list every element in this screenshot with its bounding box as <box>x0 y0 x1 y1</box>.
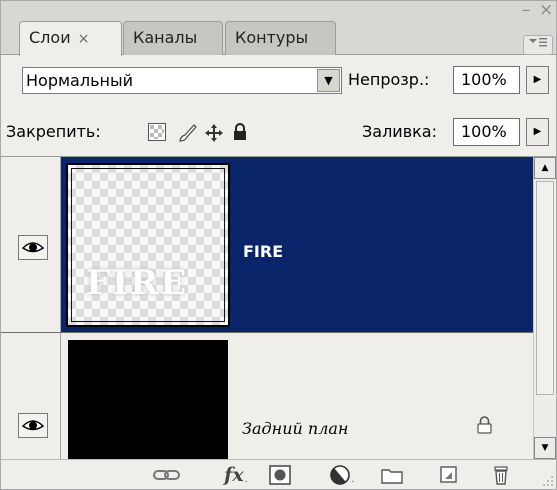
add-mask-button[interactable] <box>267 464 293 486</box>
tab-layers-label: Слои <box>29 28 71 47</box>
brush-icon[interactable] <box>178 123 198 143</box>
trash-icon <box>494 466 508 485</box>
tab-channels[interactable]: Каналы <box>123 21 223 55</box>
move-icon[interactable] <box>204 123 224 143</box>
dropdown-dot-icon: . <box>244 473 248 485</box>
new-layer-button[interactable] <box>437 464 461 486</box>
fill-slider-button[interactable]: ▶ <box>526 118 549 146</box>
layers-panel: – × Слои × Каналы Контуры Нормальный ▼ Н… <box>0 0 557 490</box>
fill-field[interactable]: 100% <box>453 118 520 146</box>
lock-label: Закрепить: <box>6 122 101 141</box>
scroll-down-button[interactable]: ▼ <box>534 437 556 459</box>
folder-icon <box>381 469 403 484</box>
opacity-slider-button[interactable]: ▶ <box>526 66 549 94</box>
layer-name[interactable]: FIRE <box>243 242 283 261</box>
panel-menu-icon <box>529 38 547 47</box>
scroll-up-button[interactable]: ▲ <box>534 157 556 179</box>
panel-tab-strip: – × Слои × Каналы Контуры <box>1 1 556 56</box>
tab-paths-label: Контуры <box>235 28 309 47</box>
tab-layers[interactable]: Слои × <box>19 21 122 56</box>
blend-opacity-row: Нормальный ▼ Непрозр.: 100% ▶ <box>1 55 556 105</box>
eye-icon <box>21 242 45 253</box>
blend-mode-select[interactable]: Нормальный ▼ <box>22 67 342 94</box>
layer-mask-icon <box>269 465 291 485</box>
scroll-thumb[interactable] <box>536 181 554 395</box>
blend-mode-value: Нормальный <box>26 71 133 90</box>
layer-row-background[interactable]: Задний план <box>1 333 533 459</box>
layer-thumbnail[interactable] <box>68 340 228 459</box>
close-button[interactable]: × <box>539 2 553 19</box>
layer-thumbnail[interactable]: FIRE <box>66 163 230 327</box>
new-layer-icon <box>440 466 457 483</box>
chevron-down-icon[interactable]: ▼ <box>317 69 340 92</box>
new-adjustment-layer-button[interactable]: . <box>324 464 360 486</box>
fx-icon: fx <box>224 464 244 486</box>
layer-scrollbar[interactable]: ▲ ▼ <box>533 157 556 459</box>
layer-style-button[interactable]: fx . <box>219 464 253 486</box>
opacity-label: Непрозр.: <box>348 70 430 89</box>
tab-close-icon[interactable]: × <box>78 31 90 47</box>
link-layers-button[interactable] <box>151 464 183 486</box>
thumbnail-text: FIRE <box>86 263 189 303</box>
adjustment-layer-icon <box>330 465 351 485</box>
panel-menu-button[interactable] <box>523 35 553 55</box>
new-group-button[interactable] <box>379 464 405 486</box>
minimize-button[interactable]: – <box>522 2 531 19</box>
link-icon <box>153 470 180 480</box>
fill-label: Заливка: <box>362 122 437 141</box>
lock-fill-row: Закрепить: Заливка: 100% ▶ <box>1 105 556 157</box>
visibility-column <box>1 333 61 459</box>
eye-icon <box>21 420 45 431</box>
lock-options <box>148 123 278 143</box>
delete-layer-button[interactable] <box>489 464 513 486</box>
layer-list: FIRE FIRE Задний план <box>1 157 533 459</box>
layer-name[interactable]: Задний план <box>242 419 348 438</box>
lock-icon <box>477 416 492 434</box>
eye-toggle[interactable] <box>18 235 48 260</box>
layers-toolbar: fx . . <box>1 459 556 489</box>
lock-all-icon[interactable] <box>232 123 248 141</box>
lock-transparency-icon[interactable] <box>148 123 166 141</box>
tab-paths[interactable]: Контуры <box>225 21 336 55</box>
opacity-field[interactable]: 100% <box>453 66 520 94</box>
resize-grip-icon[interactable] <box>540 473 554 487</box>
layer-row-fire[interactable]: FIRE FIRE <box>1 157 533 333</box>
visibility-column <box>1 157 61 332</box>
dropdown-dot-icon: . <box>351 473 355 485</box>
eye-toggle[interactable] <box>18 413 48 438</box>
tab-channels-label: Каналы <box>133 28 198 47</box>
